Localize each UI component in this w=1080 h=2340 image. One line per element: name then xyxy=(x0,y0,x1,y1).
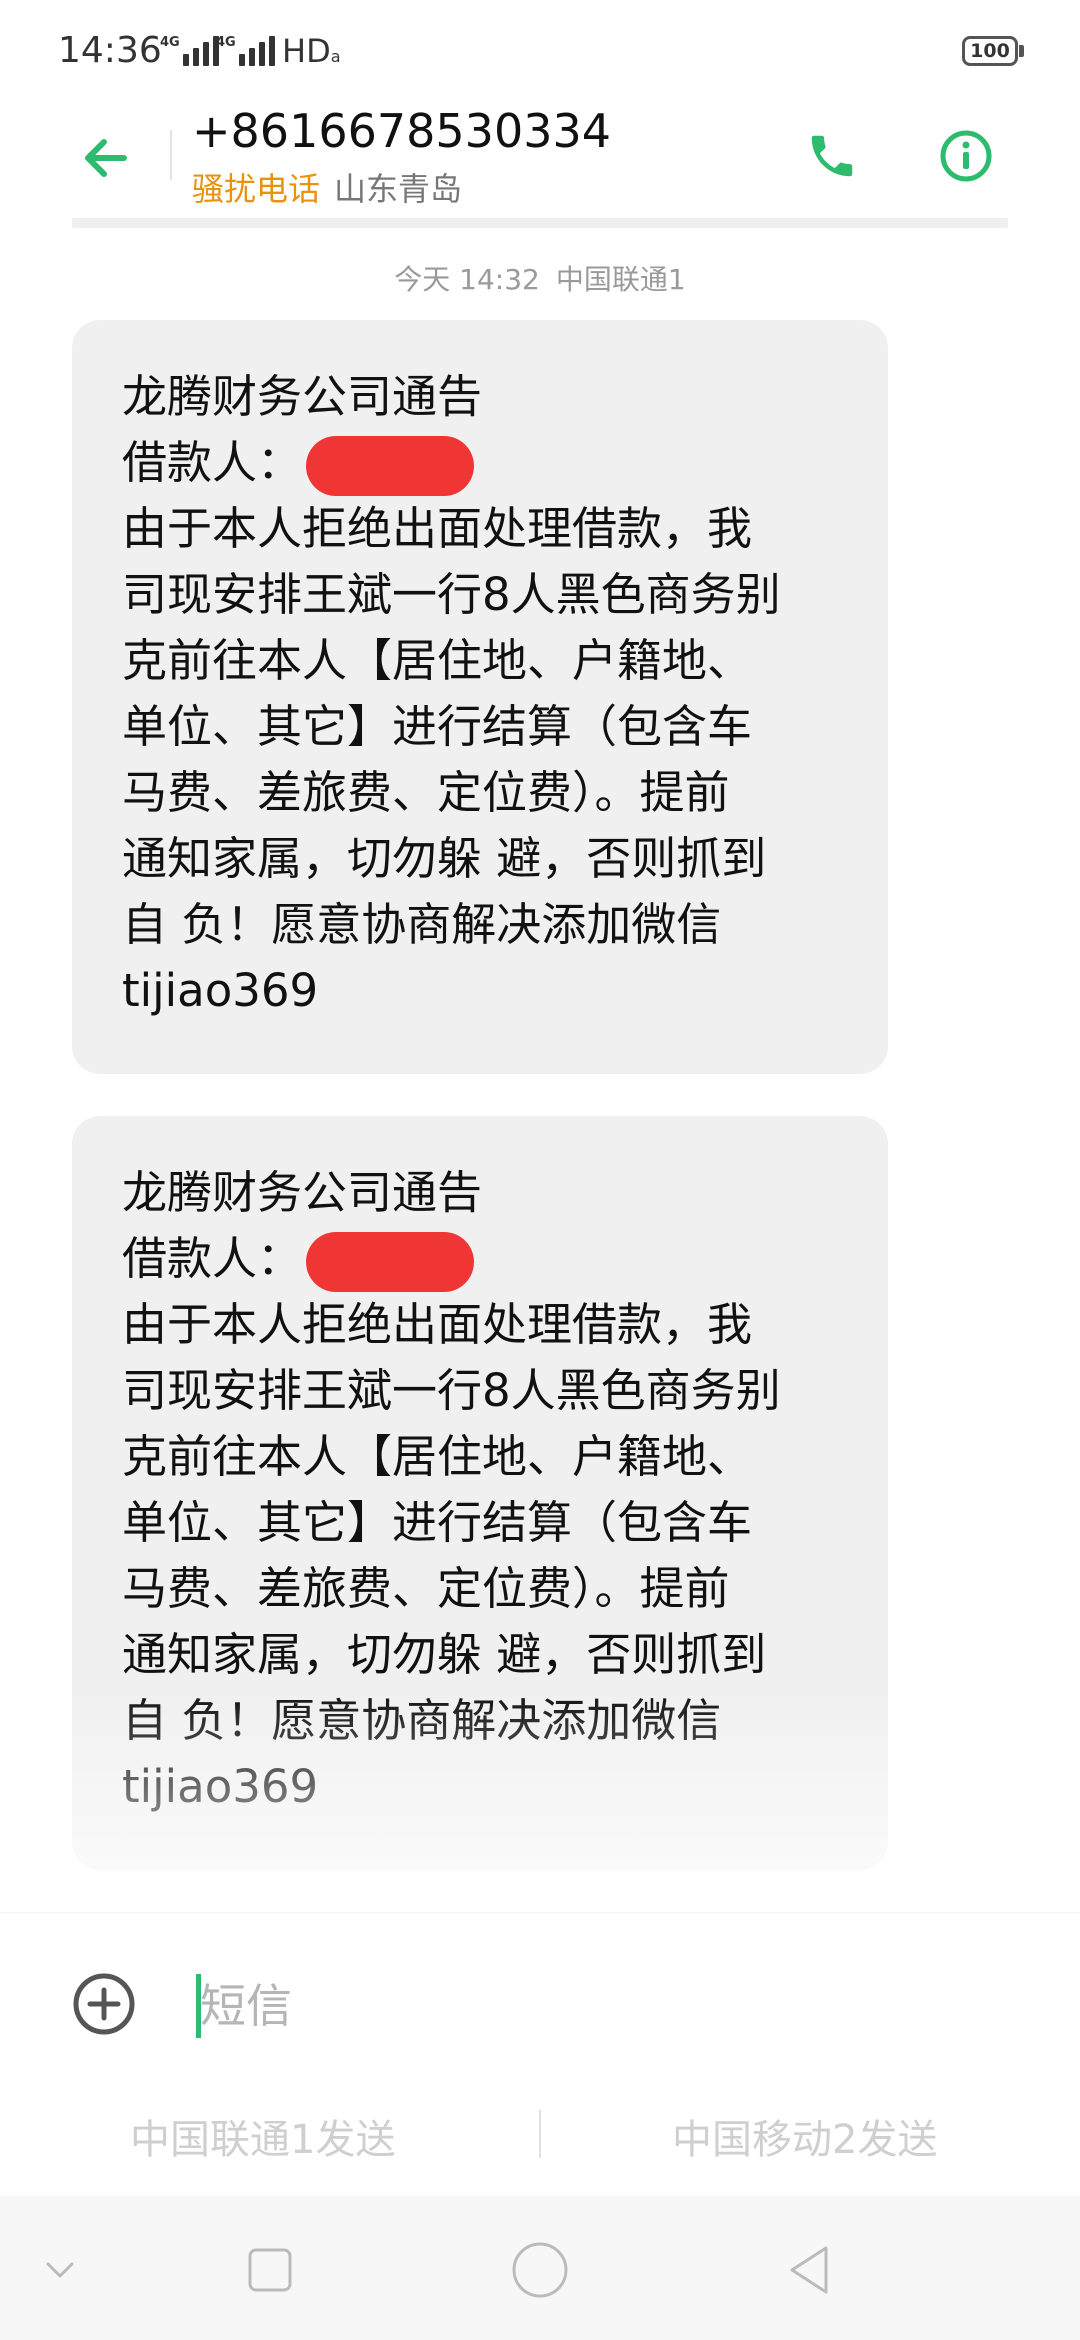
contact-number[interactable]: +8616678530334 xyxy=(192,104,611,158)
send-sim2-button[interactable]: 中国移动2发送 xyxy=(672,2104,937,2168)
message-line: 司现安排王斌一行8人黑色商务别 xyxy=(122,568,781,621)
nav-recents-button[interactable] xyxy=(230,2230,310,2310)
spam-tag: 骚扰电话 xyxy=(192,170,321,208)
circle-icon xyxy=(512,2242,568,2298)
sms-conversation-screen: 14:36 4G 4G HDa 100 +8616678530334 骚扰电话山… xyxy=(0,0,1080,2340)
message-line: tijiao369 xyxy=(122,1760,319,1813)
timestamp-time: 今天 14:32 xyxy=(394,263,540,296)
composer-divider xyxy=(0,1912,1080,1913)
contact-subtitle: 骚扰电话 山东青岛 xyxy=(192,164,462,210)
message-line: 通知家属，切勿躲 避，否则抓到 xyxy=(122,1628,767,1681)
header-rule xyxy=(72,218,1008,228)
message-line: tijiao369 xyxy=(122,964,319,1017)
chevron-down-icon xyxy=(46,2262,74,2278)
signal-bars-icon xyxy=(182,36,219,66)
info-button[interactable] xyxy=(930,120,1002,192)
nav-home-button[interactable] xyxy=(500,2230,580,2310)
message-line: 司现安排王斌一行8人黑色商务别 xyxy=(122,1364,781,1417)
phone-icon xyxy=(811,135,853,177)
message-line: 单位、其它】进行结算（包含车 xyxy=(122,1496,753,1549)
contact-location: 山东青岛 xyxy=(334,170,463,208)
status-time: 14:36 xyxy=(58,30,162,71)
header-divider xyxy=(170,130,172,180)
message-line: 龙腾财务公司通告 xyxy=(122,1166,483,1219)
sim1-network-label: 4G xyxy=(160,35,180,50)
hd-sub-label: a xyxy=(330,47,341,66)
message-timestamp: 今天 14:32 中国联通1 xyxy=(0,258,1080,298)
message-composer xyxy=(0,1912,1080,2112)
sim2-network-label: 4G xyxy=(216,35,236,50)
system-nav-bar xyxy=(0,2196,1080,2340)
message-input[interactable] xyxy=(196,1970,1000,2042)
message-line: 由于本人拒绝出面处理借款，我 xyxy=(122,1298,753,1351)
message-line: 由于本人拒绝出面处理借款，我 xyxy=(122,502,753,555)
nav-back-button[interactable] xyxy=(770,2230,850,2310)
nav-collapse-button[interactable] xyxy=(20,2230,100,2310)
hd-voice-indicator: HDa xyxy=(282,32,341,70)
status-bar: 14:36 4G 4G HDa 100 xyxy=(0,0,1080,100)
borrower-label: 借款人： xyxy=(122,1232,303,1285)
message-line: 单位、其它】进行结算（包含车 xyxy=(122,700,753,753)
back-button[interactable] xyxy=(70,122,142,194)
message-line: 自 负！愿意协商解决添加微信 xyxy=(122,1694,722,1747)
battery-nub xyxy=(1019,45,1024,57)
redaction-mark xyxy=(306,1232,475,1292)
message-line: 通知家属，切勿躲 避，否则抓到 xyxy=(122,832,767,885)
info-icon xyxy=(940,130,992,182)
message-line: 马费、差旅费、定位费）。提前 xyxy=(122,1562,730,1615)
message-line: 克前往本人【居住地、户籍地、 xyxy=(122,1430,753,1483)
conversation-header: +8616678530334 骚扰电话 山东青岛 xyxy=(0,100,1080,218)
add-attachment-button[interactable] xyxy=(72,1972,136,2036)
message-bubble[interactable]: 龙腾财务公司通告 借款人： 由于本人拒绝出面处理借款，我 司现安排王斌一行8人黑… xyxy=(72,320,888,1074)
signal-bars-icon xyxy=(238,36,275,66)
hd-label: HD xyxy=(282,32,331,70)
battery-level: 100 xyxy=(970,40,1010,62)
message-line: 马费、差旅费、定位费）。提前 xyxy=(122,766,730,819)
send-options: 中国联通1发送 中国移动2发送 xyxy=(0,2090,1080,2182)
message-line: 克前往本人【居住地、户籍地、 xyxy=(122,634,753,687)
send-sim1-button[interactable]: 中国联通1发送 xyxy=(130,2104,395,2168)
arrow-left-icon xyxy=(85,139,127,177)
message-line-borrower: 借款人： xyxy=(122,430,848,496)
redaction-mark xyxy=(306,436,475,496)
plus-circle-icon xyxy=(73,1973,135,2035)
sim1-signal: 4G xyxy=(160,36,219,66)
square-icon xyxy=(248,2248,292,2292)
message-line: 龙腾财务公司通告 xyxy=(122,370,483,423)
triangle-back-icon xyxy=(790,2246,828,2294)
battery-icon: 100 xyxy=(962,36,1018,66)
message-line-borrower: 借款人： xyxy=(122,1226,848,1292)
call-button[interactable] xyxy=(796,120,868,192)
timestamp-carrier: 中国联通1 xyxy=(555,263,686,296)
message-line: 自 负！愿意协商解决添加微信 xyxy=(122,898,722,951)
send-separator xyxy=(539,2110,541,2158)
borrower-label: 借款人： xyxy=(122,436,303,489)
message-bubble[interactable]: 龙腾财务公司通告 借款人： 由于本人拒绝出面处理借款，我 司现安排王斌一行8人黑… xyxy=(72,1116,888,1870)
sim2-signal: 4G xyxy=(216,36,275,66)
text-caret xyxy=(196,1974,201,2038)
